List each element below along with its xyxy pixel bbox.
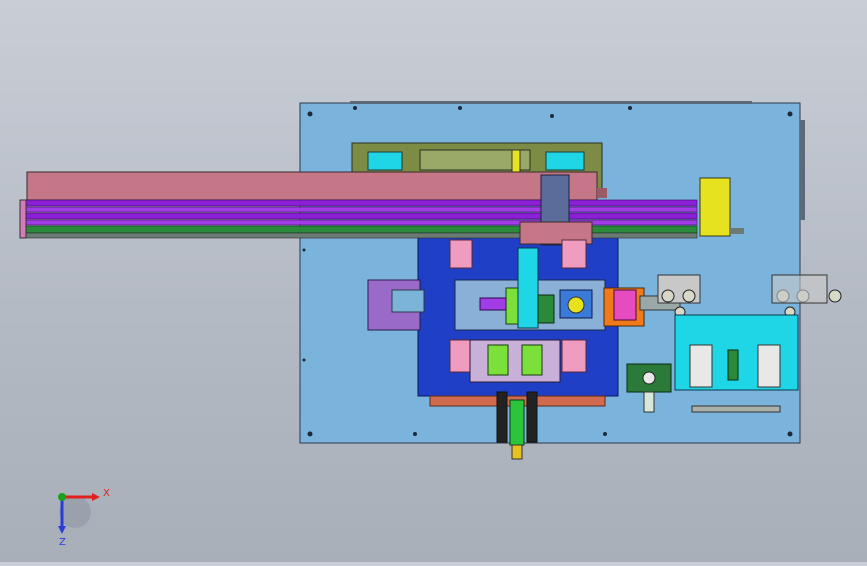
green-rail (21, 225, 698, 234)
yellow-box-bracket (730, 228, 744, 234)
green-post (537, 294, 555, 324)
cylinder-right (526, 391, 538, 443)
purple-actuator (479, 297, 507, 311)
mounting-hole (787, 431, 793, 437)
base-plate-top-edge (350, 101, 752, 104)
x-axis-label: X (103, 488, 110, 499)
base-plate-right-edge (800, 120, 805, 220)
probe-tip (511, 444, 523, 460)
purple-rail-1 (21, 199, 698, 207)
cad-viewport[interactable]: X Z (0, 0, 867, 562)
assembly-drawing: X Z (19, 101, 842, 548)
z-axis-head (58, 526, 66, 534)
station-base (691, 405, 781, 413)
x-axis-head (92, 493, 100, 501)
roller (828, 289, 842, 303)
sensor-post (511, 149, 521, 173)
left-bracket-rail (391, 289, 425, 313)
cyan-window-right (545, 151, 585, 171)
mounting-hole (413, 432, 417, 436)
rail-end-cap (19, 199, 27, 239)
pink-pad (561, 339, 587, 373)
rail-underside (21, 232, 698, 239)
purple-rail-2 (21, 206, 698, 213)
pink-pad (449, 239, 473, 269)
sensor-stem (643, 391, 655, 413)
green-probe (509, 399, 525, 446)
purple-rail-3 (21, 212, 698, 220)
lower-frame (469, 339, 561, 383)
purple-rail-4 (21, 219, 698, 226)
lower-green-block (487, 344, 509, 376)
station-slot-left (689, 344, 713, 388)
mounting-hole (458, 106, 462, 110)
gear-wheel (567, 296, 585, 314)
pink-pad (561, 239, 587, 269)
y-axis-dot (58, 493, 66, 501)
mounting-hole (307, 111, 313, 117)
pink-rail-end (597, 188, 607, 198)
roller-bracket-right (771, 274, 828, 304)
roller (682, 289, 696, 303)
cylinder-left (496, 391, 508, 443)
mounting-hole (603, 432, 607, 436)
mounting-hole (628, 106, 632, 110)
cyan-slide (517, 247, 539, 329)
sensor-knob (642, 371, 656, 385)
lower-green-block (521, 344, 543, 376)
z-axis-label: Z (59, 537, 66, 548)
yellow-cable-box (699, 177, 731, 237)
mounting-hole (302, 248, 306, 252)
cyan-window-left (367, 151, 403, 171)
mounting-hole (353, 106, 357, 110)
mounting-hole (787, 111, 793, 117)
roller (661, 289, 675, 303)
pink-actuator-head (613, 289, 637, 321)
axis-triad-shadow (59, 496, 91, 528)
pink-pad (449, 339, 473, 373)
station-slot-right (757, 344, 781, 388)
axis-triad-icon: X Z (58, 488, 110, 548)
mounting-hole (307, 431, 313, 437)
mounting-hole (302, 358, 306, 362)
pink-rail-body (26, 171, 598, 201)
station-post (727, 349, 739, 381)
mounting-hole (550, 114, 554, 118)
